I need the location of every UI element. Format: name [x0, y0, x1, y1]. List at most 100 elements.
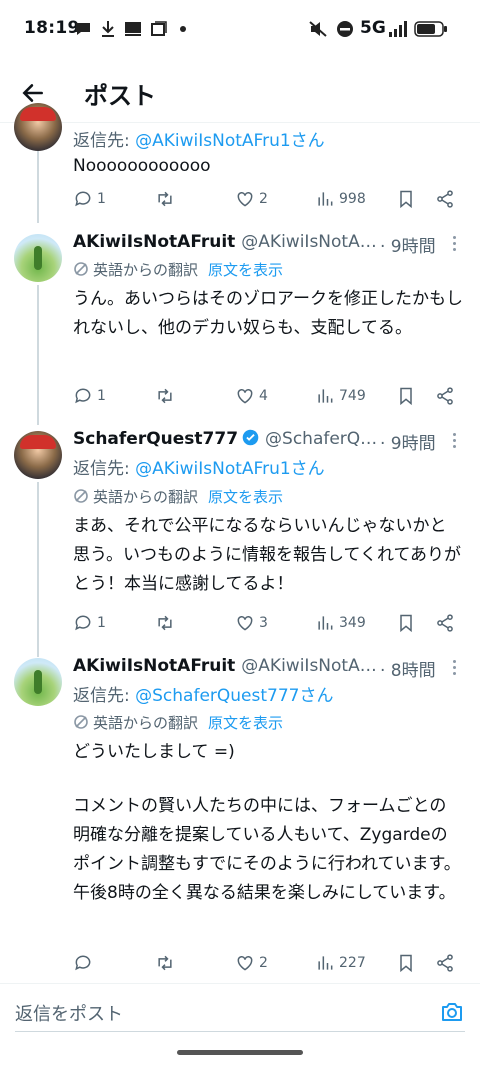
like-count: 3 [259, 615, 268, 631]
home-indicator[interactable] [177, 1050, 303, 1055]
views-icon [318, 956, 333, 970]
bookmark-button[interactable] [396, 953, 416, 973]
views-button[interactable]: 227 [315, 953, 366, 973]
translated-label: 英語からの翻訳 [93, 488, 199, 506]
header: ポスト [0, 62, 480, 123]
display-name[interactable]: SchaferQuest777 [73, 429, 238, 449]
show-original-link[interactable]: 原文を表示 [208, 714, 283, 732]
reply-count: 1 [97, 388, 106, 404]
avatar[interactable] [14, 234, 62, 282]
share-button[interactable] [435, 189, 455, 209]
views-icon [318, 389, 333, 403]
share-icon [437, 954, 453, 972]
translated-label: 英語からの翻訳 [93, 714, 199, 732]
reply-icon [75, 615, 91, 631]
repost-button[interactable] [155, 613, 179, 633]
translate-icon [74, 489, 88, 503]
post-text-line: どういたしまして =) [73, 742, 235, 762]
like-button[interactable]: 3 [235, 613, 268, 633]
mute-icon [309, 21, 327, 37]
post-text: Noooooooooooo [73, 156, 211, 176]
like-count: 2 [259, 955, 268, 971]
translation-note: 英語からの翻訳 原文を表示 [73, 712, 283, 733]
handle[interactable]: @AKiwiIsNotA… [241, 656, 376, 676]
avatar[interactable] [14, 103, 62, 151]
repost-button[interactable] [155, 953, 179, 973]
post-time[interactable]: · 9時間 [380, 434, 436, 454]
post-time[interactable]: · 9時間 [380, 237, 436, 257]
like-button[interactable]: 2 [235, 189, 268, 209]
more-options-icon[interactable] [452, 236, 458, 254]
app-icon [125, 22, 141, 36]
reply-icon [75, 388, 91, 404]
post-header: SchaferQuest777 @SchaferQ… [73, 429, 377, 449]
post-actions: 1 3 349 [73, 613, 463, 637]
reply-input-underline [15, 1031, 465, 1032]
views-button[interactable]: 749 [315, 386, 366, 406]
more-options-icon[interactable] [452, 433, 458, 451]
repost-icon [158, 955, 172, 971]
reply-icon [75, 191, 91, 207]
post-text-paragraph: コメントの賢い人たちの中には、フォームごとの明確な分離を提案している人もいて、Z… [73, 796, 461, 903]
page-title: ポスト [84, 82, 156, 110]
post-time-wrap: · 9時間 [380, 429, 436, 454]
notification-dot-icon [180, 26, 186, 32]
share-button[interactable] [435, 953, 455, 973]
bookmark-button[interactable] [396, 386, 416, 406]
camera-icon[interactable] [440, 1000, 464, 1024]
reply-to-mention[interactable]: @AKiwiIsNotAFru1さん [135, 459, 325, 479]
like-count: 4 [259, 388, 268, 404]
signal-icon [389, 21, 407, 37]
post-time[interactable]: · 8時間 [380, 661, 436, 681]
reply-to: 返信先: @AKiwiIsNotAFru1さん [73, 126, 325, 151]
translation-note: 英語からの翻訳 原文を表示 [73, 259, 283, 280]
screen-icon [151, 21, 167, 36]
views-icon [318, 192, 333, 206]
translate-icon [74, 715, 88, 729]
download-icon [102, 21, 114, 37]
translate-icon [74, 262, 88, 276]
views-button[interactable]: 349 [315, 613, 366, 633]
bookmark-button[interactable] [396, 189, 416, 209]
network-type: 5G [360, 18, 386, 38]
post-text: うん。あいつらはそのゾロアークを修正したかもしれないし、他のデカい奴らも、支配し… [73, 289, 463, 338]
bookmark-icon [400, 954, 412, 973]
heart-icon [237, 615, 253, 631]
repost-button[interactable] [155, 386, 179, 406]
share-icon [437, 387, 453, 405]
display-name[interactable]: AKiwiIsNotAFruit [73, 232, 235, 252]
share-button[interactable] [435, 386, 455, 406]
like-button[interactable]: 4 [235, 386, 268, 406]
post-header: AKiwiIsNotAFruit @AKiwiIsNotA… [73, 656, 377, 676]
post-header: AKiwiIsNotAFruit @AKiwiIsNotA… [73, 232, 377, 252]
views-button[interactable]: 998 [315, 189, 366, 209]
share-button[interactable] [435, 613, 455, 633]
avatar[interactable] [14, 431, 62, 479]
like-button[interactable]: 2 [235, 953, 268, 973]
reply-input[interactable]: 返信をポスト [15, 1000, 123, 1026]
reply-button[interactable]: 1 [73, 386, 106, 406]
chat-bubble-icon [76, 23, 90, 35]
views-icon [318, 616, 333, 630]
battery-icon [414, 21, 447, 37]
reply-to-mention[interactable]: @SchaferQuest777さん [135, 686, 333, 706]
reply-button[interactable] [73, 953, 97, 973]
view-count: 227 [339, 955, 366, 971]
reply-button[interactable]: 1 [73, 613, 106, 633]
bookmark-button[interactable] [396, 613, 416, 633]
handle[interactable]: @SchaferQ… [265, 429, 377, 449]
show-original-link[interactable]: 原文を表示 [208, 488, 283, 506]
reply-button[interactable]: 1 [73, 189, 106, 209]
show-original-link[interactable]: 原文を表示 [208, 261, 283, 279]
reply-to-mention[interactable]: @AKiwiIsNotAFru1さん [135, 131, 325, 151]
more-options-icon[interactable] [452, 660, 458, 678]
avatar[interactable] [14, 658, 62, 706]
bookmark-icon [400, 190, 412, 209]
post-actions: 2 227 [73, 953, 463, 977]
reply-count: 1 [97, 191, 106, 207]
repost-button[interactable] [155, 189, 179, 209]
view-count: 749 [339, 388, 366, 404]
back-arrow-icon[interactable] [20, 80, 46, 106]
display-name[interactable]: AKiwiIsNotAFruit [73, 656, 235, 676]
handle[interactable]: @AKiwiIsNotA… [241, 232, 376, 252]
